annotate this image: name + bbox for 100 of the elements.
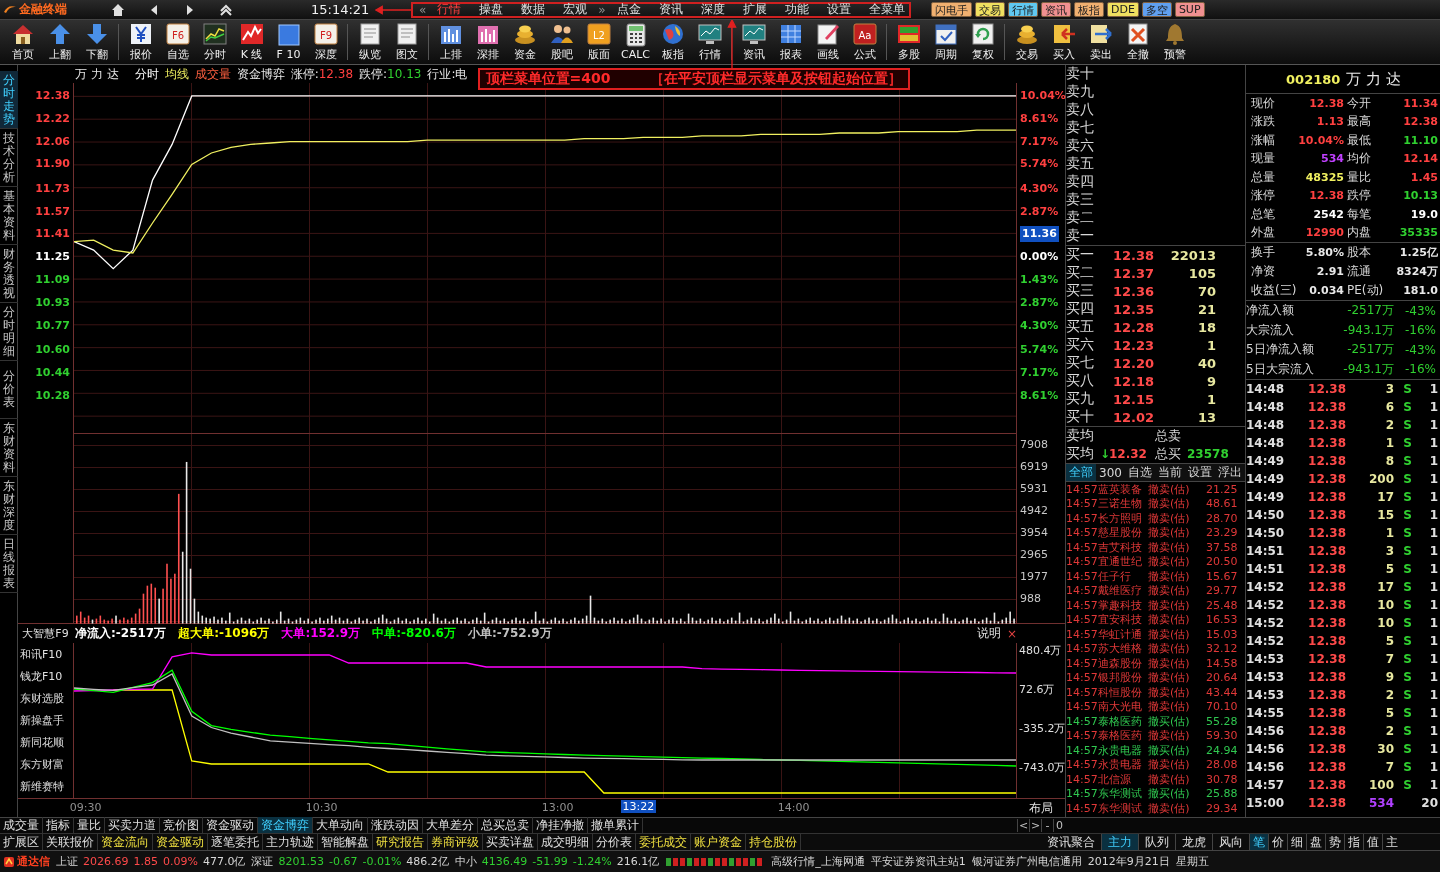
- scroll-button[interactable]: »: [596, 2, 608, 17]
- side-tab[interactable]: 日线报表: [0, 535, 18, 593]
- f10-link[interactable]: 和讯F10: [18, 643, 73, 665]
- toolbar-button[interactable]: 画线: [809, 22, 846, 62]
- info-tab[interactable]: 资讯聚合: [1045, 834, 1097, 851]
- chart-option[interactable]: 成交量: [194, 65, 231, 83]
- toolbar-button[interactable]: 多股: [890, 22, 927, 62]
- cursor-price: 11.36: [1020, 226, 1059, 243]
- list-tab[interactable]: 设置: [1184, 464, 1215, 481]
- side-tab[interactable]: 分价表: [0, 361, 18, 419]
- f10-link[interactable]: 东财选股: [18, 687, 73, 709]
- ask-level-label: 卖五: [1066, 155, 1095, 173]
- toolbar-button[interactable]: 周期: [927, 22, 964, 62]
- f10-link[interactable]: 新维赛特: [18, 775, 73, 797]
- shortcut-tag[interactable]: 交易: [975, 2, 1005, 17]
- menu-item[interactable]: 点金: [607, 1, 650, 18]
- menu-item[interactable]: 全菜单: [859, 1, 914, 18]
- shortcut-tag[interactable]: SUP: [1174, 2, 1205, 17]
- chart-option[interactable]: 资金博弈: [236, 65, 285, 83]
- side-tab[interactable]: 东财资料: [0, 419, 18, 477]
- side-tab[interactable]: 技术分析: [0, 129, 18, 187]
- close-button[interactable]: ×: [1006, 626, 1017, 641]
- toolbar-button[interactable]: F6 自选: [159, 22, 196, 62]
- menu-item[interactable]: 深度: [691, 1, 734, 18]
- double-chevron-icon[interactable]: [219, 2, 233, 17]
- chart-option[interactable]: 均线: [164, 65, 189, 83]
- shortcut-tag[interactable]: 资讯: [1041, 2, 1071, 17]
- side-tab[interactable]: 分时走势: [0, 71, 18, 129]
- list-tab[interactable]: 自选: [1124, 464, 1155, 481]
- menu-item[interactable]: 设置: [817, 1, 860, 18]
- toolbar-button[interactable]: 股吧: [543, 22, 580, 62]
- flow-percent: -43%: [1404, 342, 1436, 357]
- toolbar-button[interactable]: 分时: [196, 22, 233, 62]
- price-axis-label: 10.28: [34, 387, 70, 404]
- toolbar-button[interactable]: 卖出: [1082, 22, 1119, 62]
- toolbar-button[interactable]: 报表: [772, 22, 809, 62]
- side-tab[interactable]: 基本资料: [0, 187, 18, 245]
- toolbar-button[interactable]: 图文: [388, 22, 425, 62]
- shortcut-tag[interactable]: 多空: [1141, 2, 1172, 17]
- list-tab[interactable]: 浮出: [1214, 464, 1245, 481]
- explain-link[interactable]: 说明: [976, 625, 1001, 642]
- toolbar-button[interactable]: 全撤: [1119, 22, 1156, 62]
- toolbar-button[interactable]: 纵览: [351, 22, 388, 62]
- f10-link[interactable]: 新同花顺: [18, 731, 73, 753]
- side-tab[interactable]: 分时明细: [0, 303, 18, 361]
- menu-item[interactable]: 操盘: [470, 1, 513, 18]
- order-time: 14:57: [1066, 801, 1098, 815]
- toolbar-button[interactable]: 预警: [1156, 22, 1193, 62]
- chart-option[interactable]: 分时: [134, 65, 159, 83]
- tick-side: S: [1403, 688, 1412, 702]
- side-tab[interactable]: 东财深度: [0, 477, 18, 535]
- nav-button[interactable]: 0: [1053, 819, 1065, 832]
- f10-link[interactable]: 东方财富: [18, 753, 73, 775]
- side-tab[interactable]: 财务透视: [0, 245, 18, 303]
- list-tab[interactable]: 全部: [1066, 464, 1096, 481]
- menu-item[interactable]: 宏观: [554, 1, 597, 18]
- home-icon[interactable]: [111, 2, 125, 17]
- toolbar-button[interactable]: 交易: [1008, 22, 1045, 62]
- menu-item[interactable]: 数据: [512, 1, 555, 18]
- menu-item[interactable]: 功能: [775, 1, 818, 18]
- shortcut-tag[interactable]: 板指: [1074, 2, 1104, 17]
- tick-count: 1: [1428, 544, 1438, 558]
- price-axis-label: 10.44: [34, 365, 70, 381]
- tick-price: 12.38: [1307, 472, 1346, 486]
- toolbar-button[interactable]: 上翻: [41, 22, 78, 62]
- toolbar-button[interactable]: 下翻: [78, 22, 115, 62]
- menu-item[interactable]: 扩展: [733, 1, 776, 18]
- tick-price: 12.38: [1307, 490, 1346, 504]
- toolbar-button[interactable]: 板指: [654, 22, 691, 62]
- toolbar-button[interactable]: F9 深度: [307, 22, 344, 62]
- toolbar-button[interactable]: L2 版面: [580, 22, 617, 62]
- shortcut-tag[interactable]: 闪电手: [931, 2, 972, 17]
- tick-price: 12.38: [1307, 688, 1346, 702]
- toolbar-button[interactable]: 报价: [122, 22, 159, 62]
- menu-item[interactable]: 行情: [428, 1, 471, 18]
- indicator-link[interactable]: 大智慧F9: [18, 626, 73, 641]
- nav-button[interactable]: -: [1041, 819, 1053, 832]
- layout-button[interactable]: 布局: [1017, 799, 1065, 817]
- toolbar-button[interactable]: F 10: [270, 23, 307, 61]
- toolbar-button[interactable]: K 线: [233, 22, 270, 62]
- toolbar-button[interactable]: Aa 公式: [846, 22, 883, 62]
- toolbar-button[interactable]: 行情: [691, 22, 728, 62]
- toolbar-button[interactable]: 首页: [4, 22, 41, 62]
- list-tab[interactable]: 300: [1096, 465, 1125, 480]
- nav-button[interactable]: <: [1017, 819, 1029, 832]
- toolbar-button[interactable]: 买入: [1045, 22, 1082, 62]
- toolbar-button[interactable]: CALC: [617, 23, 654, 61]
- toolbar-button[interactable]: 资金: [506, 22, 543, 62]
- f10-link[interactable]: 新操盘手: [18, 709, 73, 731]
- f10-link[interactable]: 钱龙F10: [18, 665, 73, 687]
- scroll-button[interactable]: «: [417, 2, 429, 17]
- shortcut-tag[interactable]: DDE: [1107, 2, 1139, 17]
- toolbar-button[interactable]: 深排: [469, 22, 506, 62]
- shortcut-tag[interactable]: 行情: [1008, 2, 1038, 17]
- toolbar-button[interactable]: 上排: [432, 22, 469, 62]
- list-tab[interactable]: 当前: [1154, 464, 1185, 481]
- toolbar-button[interactable]: 资讯: [735, 22, 772, 62]
- nav-button[interactable]: >: [1029, 819, 1041, 832]
- toolbar-button[interactable]: 复权: [964, 22, 1001, 62]
- menu-item[interactable]: 资讯: [649, 1, 692, 18]
